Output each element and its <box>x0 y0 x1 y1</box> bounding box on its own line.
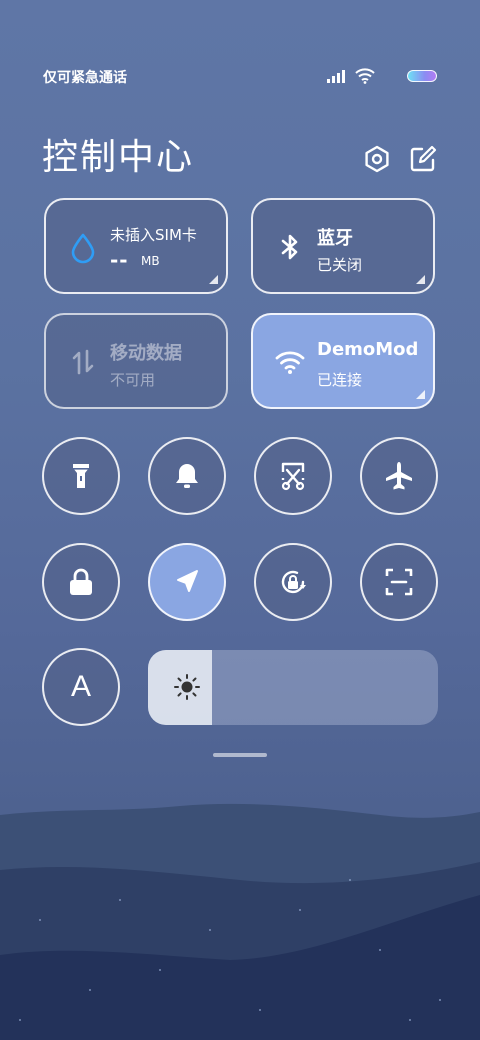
drag-handle[interactable] <box>213 753 267 757</box>
water-drop-icon <box>71 233 95 264</box>
wifi-network-name: DemoMod <box>317 339 419 360</box>
screen-lock-button[interactable] <box>42 543 120 621</box>
wifi-tile[interactable]: DemoMod 已连接 <box>251 313 435 409</box>
location-icon <box>177 570 198 592</box>
data-usage-value: -- <box>110 248 129 272</box>
flashlight-button[interactable] <box>42 437 120 515</box>
font-size-button[interactable]: A <box>42 648 120 726</box>
airplane-icon <box>386 462 412 490</box>
signal-icon <box>327 70 345 83</box>
battery-icon <box>407 70 437 82</box>
font-letter-icon: A <box>70 670 91 703</box>
bluetooth-tile[interactable]: 蓝牙 已关闭 <box>251 198 435 294</box>
rotation-lock-icon <box>281 570 306 594</box>
wifi-icon <box>275 351 305 374</box>
expand-corner-icon <box>209 275 218 284</box>
brightness-slider[interactable] <box>148 650 438 725</box>
carrier-text: 仅可紧急通话 <box>43 70 127 86</box>
bell-icon <box>176 464 198 488</box>
lock-icon <box>70 568 92 595</box>
expand-corner-icon <box>416 275 425 284</box>
expand-corner-icon <box>416 390 425 399</box>
edit-icon[interactable] <box>408 144 438 174</box>
status-icons <box>317 68 437 84</box>
wifi-status: 已连接 <box>317 371 363 389</box>
bluetooth-label: 蓝牙 <box>317 228 353 249</box>
mobile-data-label: 移动数据 <box>110 343 182 364</box>
sun-icon <box>174 674 200 700</box>
sim-status-label: 未插入SIM卡 <box>110 226 197 244</box>
mobile-data-icon <box>72 349 94 375</box>
settings-icon[interactable] <box>362 144 392 174</box>
status-bar: 仅可紧急通话 <box>0 62 480 90</box>
scan-icon <box>385 568 413 596</box>
data-usage-unit: MB <box>141 254 160 268</box>
screenshot-icon <box>281 462 305 491</box>
bluetooth-status: 已关闭 <box>317 256 363 274</box>
mobile-data-tile[interactable]: 移动数据 不可用 <box>44 313 228 409</box>
location-button[interactable] <box>148 543 226 621</box>
airplane-mode-button[interactable] <box>360 437 438 515</box>
wifi-icon <box>355 68 375 84</box>
rotation-lock-button[interactable] <box>254 543 332 621</box>
mobile-data-status: 不可用 <box>110 371 156 389</box>
flashlight-icon <box>73 464 89 488</box>
bluetooth-icon <box>281 234 298 260</box>
page-title: 控制中心 <box>42 137 195 178</box>
notification-bell-button[interactable] <box>148 437 226 515</box>
sim-data-tile[interactable]: 未插入SIM卡 -- MB <box>44 198 228 294</box>
screenshot-button[interactable] <box>254 437 332 515</box>
scanner-button[interactable] <box>360 543 438 621</box>
